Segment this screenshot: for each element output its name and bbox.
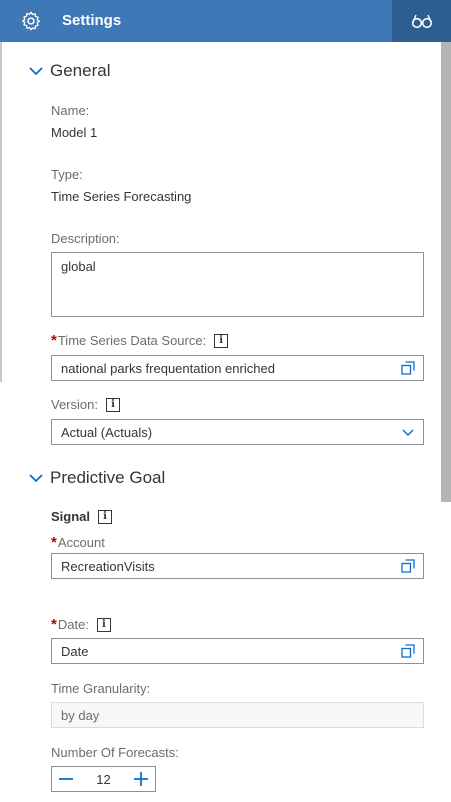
signal-label: Signal i bbox=[51, 509, 113, 524]
forecasts-label: Number Of Forecasts: bbox=[51, 745, 179, 760]
name-value: Model 1 bbox=[51, 125, 98, 140]
date-value: Date bbox=[61, 643, 89, 659]
account-label: * Account bbox=[51, 534, 105, 551]
section-general-title: General bbox=[50, 61, 111, 80]
chevron-down-icon bbox=[402, 429, 414, 436]
date-label-text: Date: bbox=[57, 617, 89, 632]
description-textarea[interactable]: global bbox=[51, 252, 424, 317]
granularity-value: by day bbox=[61, 707, 100, 723]
info-icon[interactable]: i bbox=[96, 617, 111, 632]
chevron-down-icon bbox=[29, 474, 43, 483]
type-label: Type: bbox=[51, 167, 83, 182]
glasses-icon bbox=[411, 14, 432, 29]
version-label-text: Version: bbox=[51, 397, 98, 412]
required-marker: * bbox=[51, 332, 57, 349]
data-source-value: national parks frequentation enriched bbox=[61, 360, 275, 376]
info-icon[interactable]: i bbox=[98, 509, 113, 524]
scrollbar-thumb[interactable] bbox=[441, 42, 451, 502]
data-source-label-text: Time Series Data Source: bbox=[57, 333, 207, 348]
required-marker: * bbox=[51, 534, 57, 551]
page-title: Settings bbox=[62, 12, 122, 29]
data-source-field[interactable]: national parks frequentation enriched bbox=[51, 355, 424, 381]
forecasts-stepper[interactable]: 12 bbox=[51, 766, 156, 792]
dropdown-button[interactable] bbox=[393, 420, 423, 444]
section-general-header[interactable]: General bbox=[28, 61, 110, 81]
account-label-text: Account bbox=[57, 535, 105, 550]
info-icon[interactable]: i bbox=[214, 333, 229, 348]
panel-left-border bbox=[0, 42, 2, 382]
type-value: Time Series Forecasting bbox=[51, 189, 192, 204]
section-predictive-goal-title: Predictive Goal bbox=[50, 468, 166, 487]
data-source-label: * Time Series Data Source: i bbox=[51, 332, 229, 349]
version-select[interactable]: Actual (Actuals) bbox=[51, 419, 424, 445]
date-field[interactable]: Date bbox=[51, 638, 424, 664]
granularity-label: Time Granularity: bbox=[51, 681, 151, 696]
name-label: Name: bbox=[51, 103, 90, 118]
value-help-icon bbox=[401, 644, 415, 658]
required-marker: * bbox=[51, 616, 57, 633]
granularity-field: by day bbox=[51, 702, 424, 728]
glasses-button[interactable] bbox=[392, 0, 451, 42]
version-value: Actual (Actuals) bbox=[61, 424, 153, 440]
version-label: Version: i bbox=[51, 397, 120, 412]
gear-icon[interactable] bbox=[20, 10, 42, 32]
settings-header: Settings bbox=[0, 0, 451, 42]
plus-icon[interactable] bbox=[133, 771, 149, 787]
signal-label-text: Signal bbox=[51, 509, 91, 524]
info-icon[interactable]: i bbox=[105, 397, 120, 412]
description-label: Description: bbox=[51, 231, 120, 246]
date-label: * Date: i bbox=[51, 616, 111, 633]
value-help-icon bbox=[401, 361, 415, 375]
value-help-icon bbox=[401, 559, 415, 573]
chevron-down-icon bbox=[29, 67, 43, 76]
account-value: RecreationVisits bbox=[61, 558, 155, 574]
minus-icon[interactable] bbox=[58, 771, 74, 787]
section-predictive-goal-header[interactable]: Predictive Goal bbox=[28, 468, 165, 488]
account-field[interactable]: RecreationVisits bbox=[51, 553, 424, 579]
forecasts-value[interactable]: 12 bbox=[96, 772, 110, 787]
value-help-button[interactable] bbox=[393, 356, 423, 380]
value-help-button[interactable] bbox=[393, 639, 423, 663]
value-help-button[interactable] bbox=[393, 554, 423, 578]
